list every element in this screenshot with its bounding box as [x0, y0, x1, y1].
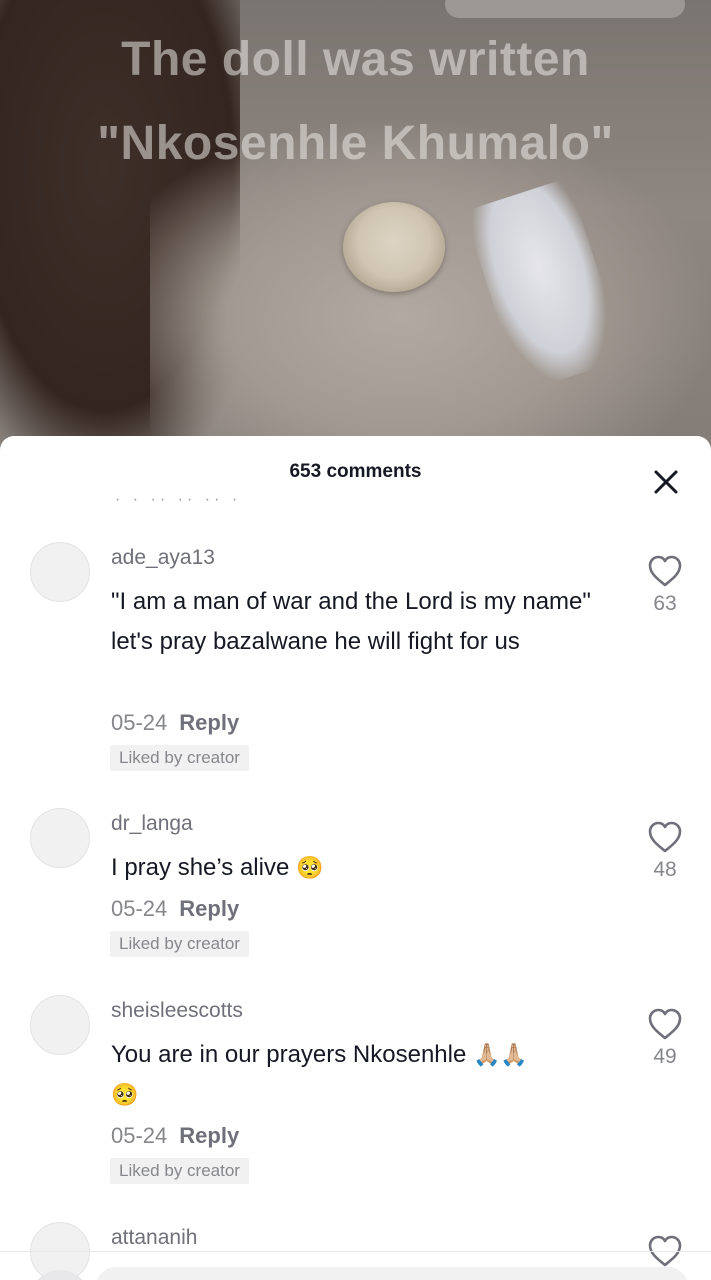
comment-username[interactable]: ade_aya13 — [111, 546, 215, 570]
add-comment-input[interactable] — [96, 1267, 688, 1280]
reply-button[interactable]: Reply — [179, 896, 239, 921]
praying-hands-emoji: 🙏🏼🙏🏼 — [473, 1042, 528, 1067]
heart-icon[interactable] — [647, 1007, 683, 1041]
like-count: 49 — [653, 1045, 677, 1068]
like-count: 48 — [653, 858, 677, 881]
video-caption-line-2: "Nkosenhle Khumalo" — [97, 117, 614, 170]
comment-item: attananih — [0, 1220, 711, 1280]
comment-text-body: I pray she’s alive — [111, 854, 290, 881]
avatar[interactable] — [30, 995, 90, 1055]
comment-username[interactable]: sheisleescotts — [111, 999, 243, 1023]
comment-username[interactable]: dr_langa — [111, 812, 193, 836]
comment-text: "I am a man of war and the Lord is my na… — [111, 588, 591, 655]
scrolled-text-fragment: · · ·· ·· ·· · — [115, 496, 242, 508]
comment-text-body: You are in our prayers Nkosenhle — [111, 1041, 467, 1068]
input-divider — [0, 1251, 711, 1252]
comment-text: I pray she’s alive 🥺 — [111, 848, 611, 888]
video-top-overlay — [445, 0, 685, 18]
like-column: 63 — [640, 554, 690, 616]
comment-date: 05-24 — [111, 896, 168, 921]
comment-item: ade_aya13 "I am a man of war and the Lor… — [0, 540, 711, 780]
comment-item: sheisleescotts You are in our prayers Nk… — [0, 993, 711, 1193]
pleading-face-emoji: 🥺 — [111, 1082, 139, 1107]
like-column: 48 — [640, 820, 690, 882]
liked-by-creator-badge: Liked by creator — [110, 745, 249, 771]
comments-header: 653 comments — [0, 436, 711, 508]
comments-sheet: 653 comments · · ·· ·· ·· · ade_aya13 "I… — [0, 436, 711, 1280]
close-icon[interactable] — [650, 466, 682, 498]
comment-meta: 05-24 Reply — [111, 896, 239, 922]
avatar[interactable] — [30, 808, 90, 868]
avatar[interactable] — [30, 542, 90, 602]
reply-button[interactable]: Reply — [179, 710, 239, 735]
reply-button[interactable]: Reply — [179, 1123, 239, 1148]
comment-count: 653 comments — [289, 461, 422, 482]
comment-meta: 05-24 Reply — [111, 1123, 239, 1149]
heart-icon[interactable] — [647, 820, 683, 854]
video-bowl-shape — [343, 202, 445, 292]
heart-icon[interactable] — [647, 554, 683, 588]
video-caption-line-1: The doll was written — [121, 33, 590, 86]
like-count: 63 — [653, 592, 677, 615]
video-background[interactable]: The doll was written "Nkosenhle Khumalo" — [0, 0, 711, 460]
comment-meta: 05-24 Reply — [111, 710, 239, 736]
video-sand-shape — [150, 120, 710, 460]
comment-date: 05-24 — [111, 710, 168, 735]
comment-text: You are in our prayers Nkosenhle 🙏🏼🙏🏼 🥺 — [111, 1035, 611, 1115]
pleading-face-emoji: 🥺 — [295, 855, 324, 880]
like-column: 49 — [640, 1007, 690, 1069]
liked-by-creator-badge: Liked by creator — [110, 931, 249, 957]
comment-item: dr_langa I pray she’s alive 🥺 05-24 Reply… — [0, 806, 711, 966]
comment-date: 05-24 — [111, 1123, 168, 1148]
comment-username[interactable]: attananih — [111, 1226, 197, 1250]
liked-by-creator-badge: Liked by creator — [110, 1158, 249, 1184]
